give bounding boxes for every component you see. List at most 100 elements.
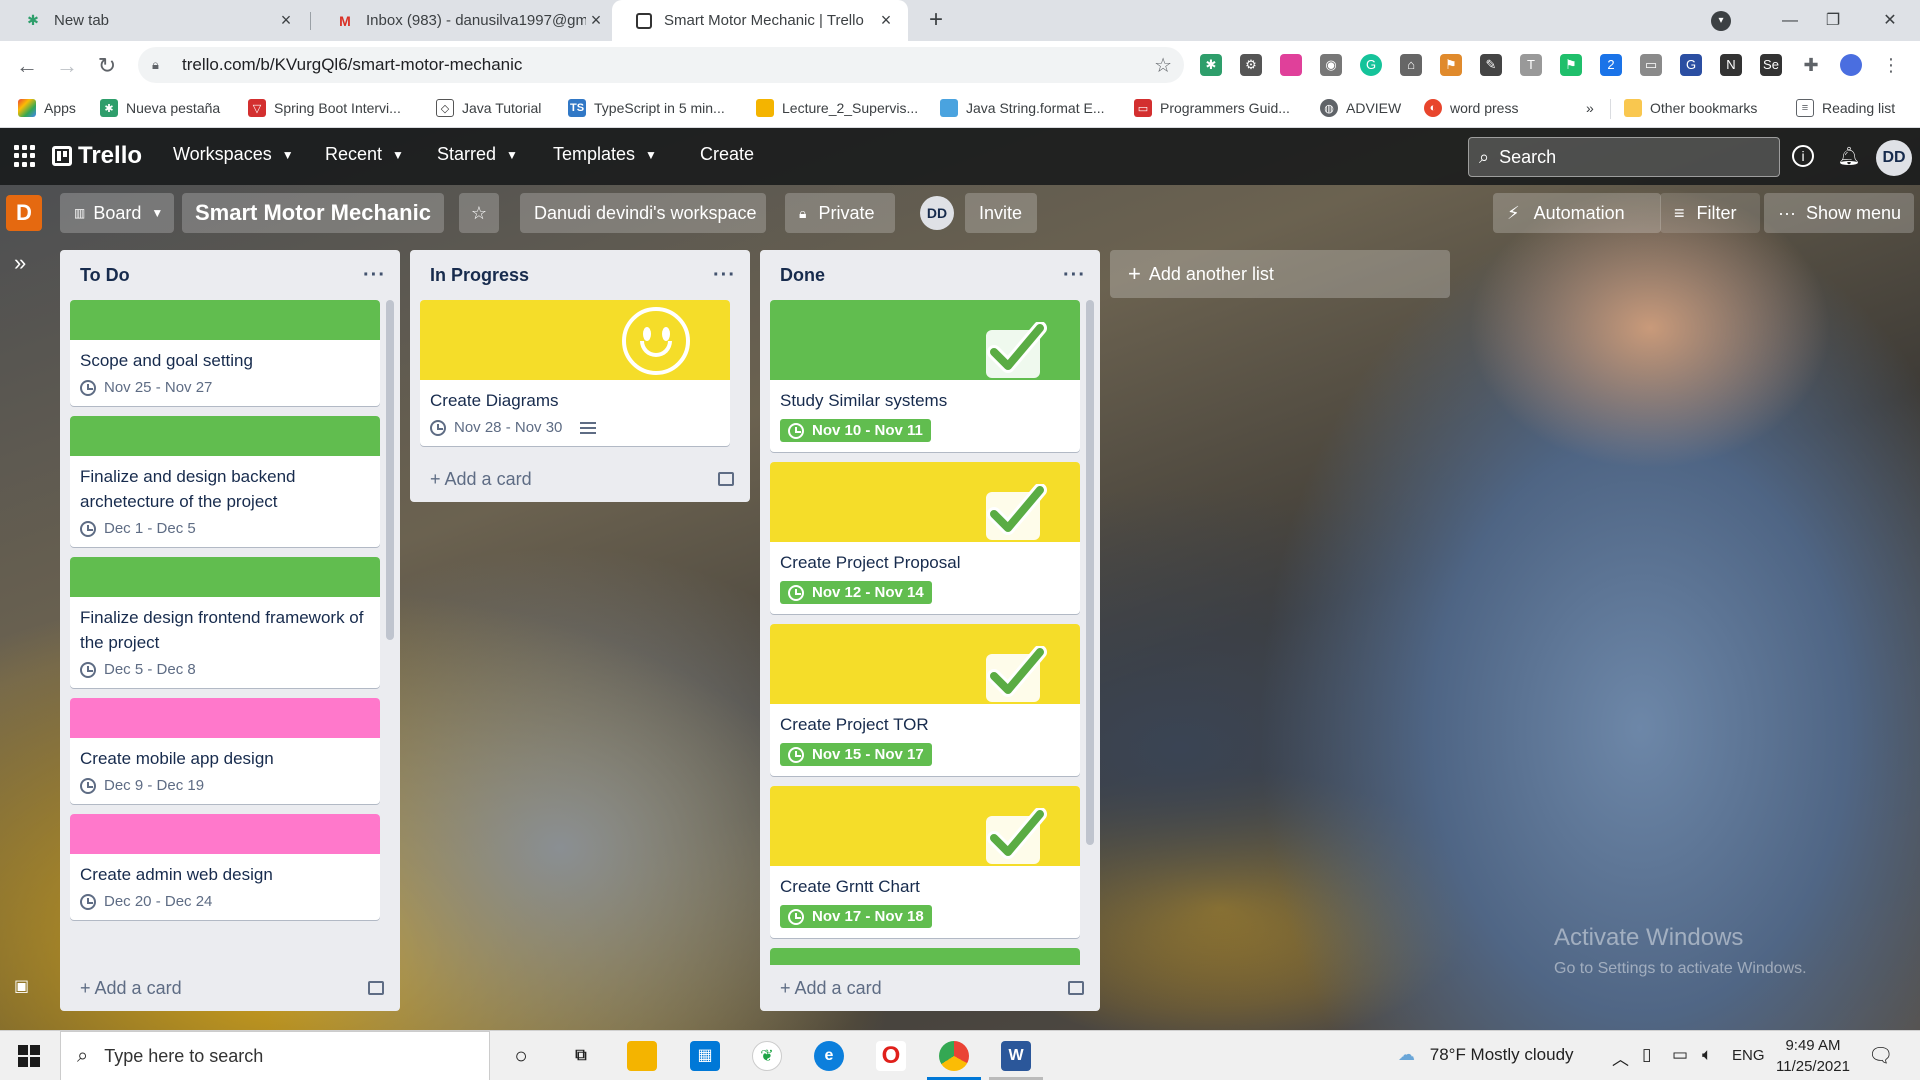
workspace-badge[interactable]: D	[6, 195, 42, 231]
card[interactable]: Create admin web design Dec 20 - Dec 24	[70, 814, 380, 920]
list-menu-icon[interactable]: ···	[1063, 264, 1086, 287]
extensions-puzzle-icon[interactable]: ✚	[1800, 54, 1822, 76]
leaf-app-icon[interactable]: ❦	[752, 1041, 782, 1071]
tab-trello-board[interactable]: Smart Motor Mechanic | Trello ×	[612, 0, 908, 41]
add-card-button[interactable]: + Add a card	[760, 965, 1100, 1011]
cortana-icon[interactable]: ○	[506, 1041, 536, 1071]
battery-icon[interactable]: ▭	[1672, 1045, 1688, 1065]
reading-list[interactable]: ≡ Reading list	[1796, 97, 1895, 119]
extension-icon[interactable]: 2	[1600, 54, 1622, 76]
chrome-icon[interactable]	[939, 1041, 969, 1071]
extension-text-icon[interactable]: T	[1520, 54, 1542, 76]
due-date-complete-badge[interactable]: Nov 12 - Nov 14	[780, 581, 932, 604]
expand-sidebar-icon[interactable]: »	[14, 250, 26, 276]
opera-icon[interactable]: O	[876, 1041, 906, 1071]
add-list-button[interactable]: + Add another list	[1110, 250, 1450, 298]
nav-workspaces[interactable]: Workspaces ▼	[173, 144, 294, 165]
bookmark-item[interactable]: ◇ Java Tutorial	[436, 97, 541, 119]
microsoft-store-icon[interactable]: ▦	[690, 1041, 720, 1071]
task-view-icon[interactable]: ⧉	[566, 1041, 596, 1071]
notifications-bell-icon[interactable]: 🔔︎	[1836, 143, 1862, 169]
bookmark-item[interactable]: Java String.format E...	[940, 97, 1105, 119]
info-icon[interactable]: i	[1792, 145, 1814, 167]
member-avatar[interactable]: DD	[1876, 140, 1912, 176]
card-template-icon[interactable]	[718, 472, 734, 486]
bookmark-star-icon[interactable]: ☆	[1154, 53, 1172, 78]
camera-icon[interactable]: ◉	[1320, 54, 1342, 76]
card[interactable]: Finalize and design backend archetecture…	[70, 416, 380, 547]
list-header[interactable]: To Do ···	[60, 250, 400, 300]
bookmark-item[interactable]: ◐ word press	[1424, 97, 1518, 119]
nav-recent[interactable]: Recent ▼	[325, 144, 404, 165]
create-button[interactable]: Create	[700, 144, 754, 165]
board-member-avatar[interactable]: DD	[920, 196, 954, 230]
due-date-complete-badge[interactable]: Nov 10 - Nov 11	[780, 419, 931, 442]
card[interactable]: Finalize design frontend framework of th…	[70, 557, 380, 688]
list-scrollbar[interactable]	[1086, 300, 1094, 845]
nav-templates[interactable]: Templates ▼	[553, 144, 657, 165]
extension-icon[interactable]: G	[1680, 54, 1702, 76]
close-tab-icon[interactable]: ×	[586, 10, 606, 31]
card[interactable]: Create Diagrams Nov 28 - Nov 30	[420, 300, 730, 446]
tab-new-tab[interactable]: ✱ New tab ×	[0, 0, 308, 41]
new-tab-button[interactable]: +	[922, 6, 950, 34]
eyedropper-icon[interactable]: ✎	[1480, 54, 1502, 76]
grammarly-icon[interactable]: G	[1360, 54, 1382, 76]
app-switcher-icon[interactable]	[14, 145, 36, 167]
list-menu-icon[interactable]: ···	[713, 264, 736, 287]
list-menu-icon[interactable]: ···	[363, 264, 386, 287]
add-card-button[interactable]: + Add a card	[410, 456, 750, 502]
card-template-icon[interactable]	[1068, 981, 1084, 995]
weather-widget[interactable]: ☁︎ 78°F Mostly cloudy	[1398, 1045, 1574, 1065]
selenium-icon[interactable]: Se	[1760, 54, 1782, 76]
extension-icon[interactable]: ✱	[1200, 54, 1222, 76]
visibility-button[interactable]: 🔒︎ Private	[785, 193, 895, 233]
bookmark-item[interactable]: ▭ Programmers Guid...	[1134, 97, 1290, 119]
bookmark-item[interactable]: Lecture_2_Supervis...	[756, 97, 918, 119]
restore-button[interactable]: ❐	[1803, 0, 1863, 41]
close-tab-icon[interactable]: ×	[876, 10, 896, 31]
extension-off-icon[interactable]: ⌂	[1400, 54, 1422, 76]
card[interactable]: Create Project Proposal Nov 12 - Nov 14	[770, 462, 1080, 614]
bookmark-item[interactable]: ◍ ADVIEW	[1320, 97, 1401, 119]
browser-menu-icon[interactable]: ⋮	[1880, 54, 1902, 76]
show-hidden-icons-icon[interactable]: ︿	[1612, 1045, 1629, 1070]
extension-icon[interactable]: ⚑	[1440, 54, 1462, 76]
url-input[interactable]: 🔒︎ trello.com/b/KVurgQl6/smart-motor-mec…	[138, 47, 1184, 83]
workspace-button[interactable]: Danudi devindi's workspace	[520, 193, 766, 233]
list-scrollbar[interactable]	[386, 300, 394, 640]
bookmark-item[interactable]: ▽ Spring Boot Intervi...	[248, 97, 401, 119]
tab-gmail[interactable]: M Inbox (983) - danusilva1997@gm ×	[312, 0, 618, 41]
profile-avatar[interactable]	[1840, 54, 1862, 76]
automation-button[interactable]: ⚡︎ Automation	[1493, 193, 1661, 233]
extension-gear-icon[interactable]: ⚙	[1240, 54, 1262, 76]
bookmarks-overflow-button[interactable]: »	[1586, 97, 1594, 119]
close-tab-icon[interactable]: ×	[276, 10, 296, 31]
language-indicator[interactable]: ENG	[1732, 1047, 1765, 1064]
card-template-icon[interactable]	[368, 981, 384, 995]
list-header[interactable]: Done ···	[760, 250, 1100, 300]
list-header[interactable]: In Progress ···	[410, 250, 750, 300]
taskbar-search-input[interactable]: ⌕ Type here to search	[60, 1031, 490, 1080]
device-icon[interactable]: ▯	[1642, 1045, 1651, 1065]
extension-icon[interactable]: ▭	[1640, 54, 1662, 76]
card-partial[interactable]	[770, 948, 1080, 965]
nav-starred[interactable]: Starred ▼	[437, 144, 518, 165]
tab-search-icon[interactable]: ▾	[1711, 11, 1731, 31]
trello-logo[interactable]: Trello	[52, 142, 142, 170]
bookmark-item[interactable]: TS TypeScript in 5 min...	[568, 97, 725, 119]
extension-icon[interactable]: ⚑	[1560, 54, 1582, 76]
show-menu-button[interactable]: ··· Show menu	[1764, 193, 1914, 233]
card[interactable]: Create mobile app design Dec 9 - Dec 19	[70, 698, 380, 804]
close-window-button[interactable]: ✕	[1860, 0, 1920, 41]
card[interactable]: Scope and goal setting Nov 25 - Nov 27	[70, 300, 380, 406]
taskbar-clock[interactable]: 9:49 AM 11/25/2021	[1776, 1035, 1850, 1077]
forward-icon[interactable]: →	[52, 51, 82, 81]
extension-icon[interactable]	[1280, 54, 1302, 76]
card[interactable]: Study Similar systems Nov 10 - Nov 11	[770, 300, 1080, 452]
edge-icon[interactable]: e	[814, 1041, 844, 1071]
filter-button[interactable]: ≡ Filter	[1660, 193, 1760, 233]
sidebar-bottom-icon[interactable]: ▣	[14, 976, 29, 996]
volume-icon[interactable]: 🔈︎	[1702, 1045, 1712, 1065]
star-board-icon[interactable]: ☆	[459, 193, 499, 233]
